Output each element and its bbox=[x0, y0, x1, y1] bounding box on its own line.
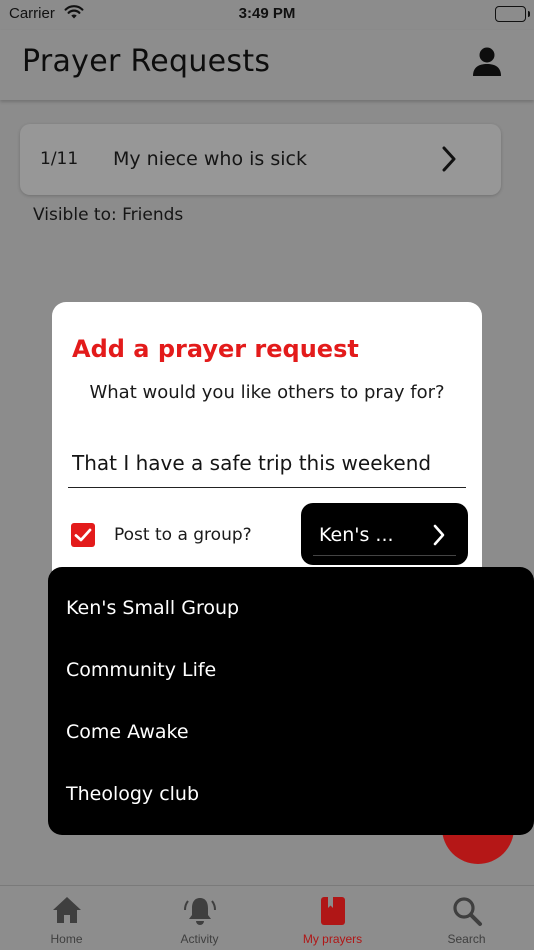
group-select[interactable]: Ken's ... bbox=[301, 503, 468, 565]
prayer-text: My niece who is sick bbox=[113, 148, 307, 170]
clock: 3:49 PM bbox=[238, 5, 296, 22]
visibility-label: Visible to: Friends bbox=[33, 205, 184, 225]
page-title: Prayer Requests bbox=[22, 44, 271, 79]
search-icon bbox=[451, 895, 483, 931]
post-to-group-checkbox[interactable] bbox=[71, 523, 95, 547]
app-header: Prayer Requests bbox=[0, 30, 534, 100]
group-dropdown-menu: Ken's Small Group Community Life Come Aw… bbox=[48, 567, 534, 835]
person-icon[interactable] bbox=[472, 46, 502, 78]
group-option[interactable]: Come Awake bbox=[66, 721, 189, 743]
tab-label: My prayers bbox=[302, 932, 363, 946]
prayer-list-item[interactable]: 1/11 My niece who is sick bbox=[20, 124, 501, 195]
group-select-value: Ken's ... bbox=[319, 524, 394, 546]
tab-label: Home bbox=[50, 932, 83, 946]
chevron-right-icon bbox=[441, 146, 457, 176]
checkmark-icon bbox=[74, 528, 92, 542]
home-icon bbox=[51, 895, 83, 929]
tab-my-prayers[interactable]: My prayers bbox=[266, 886, 399, 950]
post-to-group-label: Post to a group? bbox=[114, 525, 252, 545]
tab-home[interactable]: Home bbox=[0, 886, 133, 950]
group-select-underline bbox=[313, 555, 456, 556]
tab-search[interactable]: Search bbox=[400, 886, 533, 950]
dialog-subtitle: What would you like others to pray for? bbox=[89, 382, 445, 403]
bell-icon bbox=[183, 895, 217, 931]
battery-icon bbox=[495, 6, 530, 22]
dialog-title: Add a prayer request bbox=[72, 335, 359, 363]
bottom-tab-bar: Home Activity My prayers Search bbox=[0, 885, 534, 950]
group-option[interactable]: Theology club bbox=[66, 783, 199, 805]
tab-label: Search bbox=[447, 932, 486, 946]
group-option[interactable]: Community Life bbox=[66, 659, 216, 681]
prayer-count: 1/11 bbox=[40, 149, 79, 169]
status-bar: Carrier 3:49 PM bbox=[0, 0, 534, 30]
tab-activity[interactable]: Activity bbox=[133, 886, 266, 950]
prayer-request-input[interactable] bbox=[68, 438, 466, 488]
group-option[interactable]: Ken's Small Group bbox=[66, 597, 239, 619]
tab-label: Activity bbox=[180, 932, 219, 946]
chevron-right-icon bbox=[432, 524, 446, 550]
book-icon bbox=[319, 895, 347, 931]
